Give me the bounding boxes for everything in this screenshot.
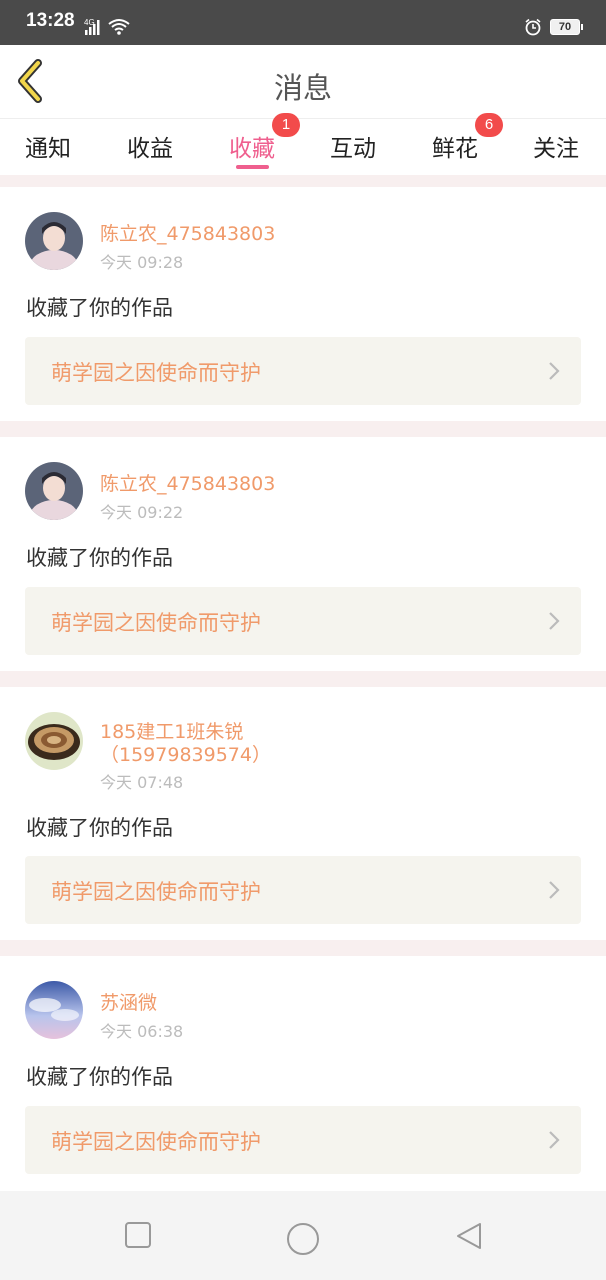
message-time: 今天 09:22 [100, 503, 184, 522]
message-card: 苏涵微 今天 06:38 收藏了你的作品 萌学园之因使命而守护 [0, 956, 606, 1191]
user-phone: （15979839574） [100, 744, 271, 766]
active-tab-indicator [236, 165, 269, 169]
chevron-right-icon [549, 362, 560, 380]
user-name[interactable]: 苏涵微 [100, 988, 157, 1015]
status-left-icons: 4G [84, 18, 132, 40]
message-time: 今天 09:28 [100, 253, 184, 272]
action-text: 收藏了你的作品 [26, 296, 173, 320]
work-title: 萌学园之因使命而守护 [51, 1130, 261, 1154]
tab-flowers[interactable]: 鲜花 [432, 129, 478, 163]
work-title: 萌学园之因使命而守护 [51, 361, 261, 385]
chevron-right-icon [549, 881, 560, 899]
page-title: 消息 [273, 71, 332, 105]
flowers-badge: 6 [475, 113, 503, 137]
action-text: 收藏了你的作品 [26, 546, 173, 570]
divider [0, 421, 606, 437]
divider [0, 175, 606, 187]
message-time: 今天 07:48 [100, 773, 184, 792]
signal-icon: 4G [84, 18, 130, 35]
wifi-icon [108, 19, 130, 35]
battery-indicator: 70 [550, 19, 583, 35]
tab-favorites[interactable]: 收藏 [229, 129, 275, 163]
divider [0, 940, 606, 956]
back-nav-icon[interactable] [454, 1221, 484, 1251]
message-card: 陈立农_475843803 今天 09:28 收藏了你的作品 萌学园之因使命而守… [0, 187, 606, 421]
chevron-right-icon [549, 1131, 560, 1149]
status-time: 13:28 [26, 10, 75, 31]
tab-interactions[interactable]: 互动 [330, 129, 376, 163]
alarm-icon [525, 18, 541, 36]
user-name[interactable]: 陈立农_475843803 [100, 469, 275, 496]
work-title: 萌学园之因使命而守护 [51, 880, 261, 904]
top-bar: 消息 [0, 45, 606, 119]
work-link[interactable]: 萌学园之因使命而守护 [25, 1106, 581, 1174]
system-nav-bar [0, 1191, 606, 1280]
message-card: 185建工1班朱锐 （15979839574） 今天 07:48 收藏了你的作品… [0, 687, 606, 940]
avatar[interactable] [25, 981, 83, 1039]
message-time: 今天 06:38 [100, 1022, 184, 1041]
user-name[interactable]: 陈立农_475843803 [100, 219, 275, 246]
work-link[interactable]: 萌学园之因使命而守护 [25, 587, 581, 655]
work-link[interactable]: 萌学园之因使命而守护 [25, 337, 581, 405]
tab-bar: 通知 收益 收藏 1 互动 鲜花 6 关注 [0, 113, 606, 175]
chevron-right-icon [549, 612, 560, 630]
recent-apps-icon[interactable] [124, 1221, 152, 1249]
tab-notifications[interactable]: 通知 [25, 129, 71, 163]
message-card: 陈立农_475843803 今天 09:22 收藏了你的作品 萌学园之因使命而守… [0, 437, 606, 671]
status-bar: 13:28 4G 70 [0, 0, 606, 45]
work-link[interactable]: 萌学园之因使命而守护 [25, 856, 581, 924]
work-title: 萌学园之因使命而守护 [51, 611, 261, 635]
divider [0, 671, 606, 687]
avatar[interactable] [25, 712, 83, 770]
favorites-badge: 1 [272, 113, 300, 137]
tab-following[interactable]: 关注 [533, 129, 579, 163]
status-right-icons: 70 [524, 18, 583, 36]
avatar[interactable] [25, 212, 83, 270]
action-text: 收藏了你的作品 [26, 1065, 173, 1089]
tab-earnings[interactable]: 收益 [127, 129, 173, 163]
home-icon[interactable] [286, 1222, 320, 1256]
action-text: 收藏了你的作品 [26, 816, 173, 840]
avatar[interactable] [25, 462, 83, 520]
